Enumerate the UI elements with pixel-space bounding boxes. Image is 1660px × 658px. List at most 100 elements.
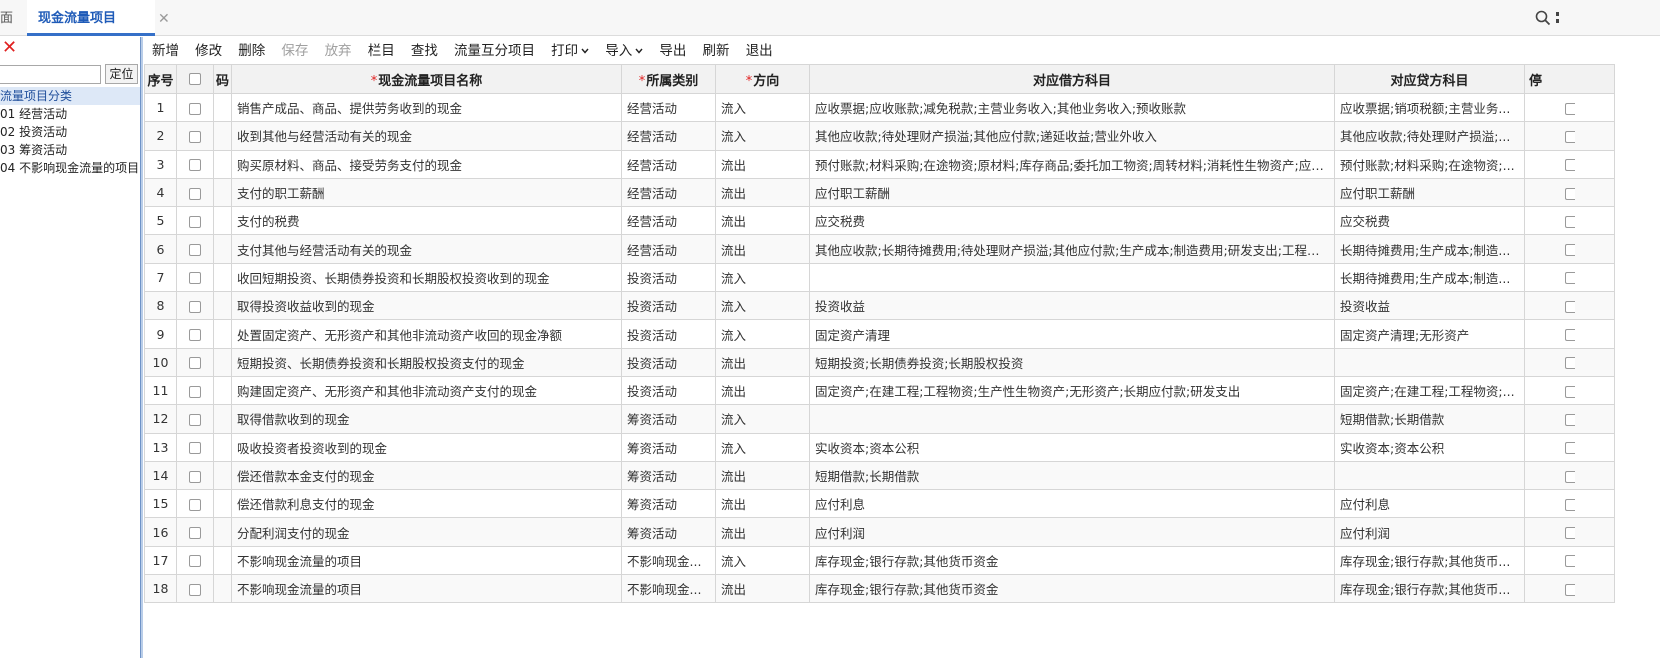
table-row[interactable]: 6 支付其他与经营活动有关的现金 经营活动 流出 其他应收款;长期待摊费用;待处理财产损… — [144, 234, 1615, 264]
cell-select[interactable] — [176, 234, 214, 264]
stop-checkbox[interactable] — [1565, 385, 1575, 398]
stop-checkbox[interactable] — [1565, 329, 1575, 342]
cell-name[interactable]: 处置固定资产、无形资产和其他非流动资产收回的现金净额 — [231, 319, 622, 349]
cell-debit[interactable] — [809, 262, 1335, 293]
row-checkbox[interactable] — [189, 159, 201, 172]
cell-direction[interactable]: 流入 — [715, 262, 810, 293]
refresh-button[interactable]: 刷新 — [703, 40, 730, 62]
cell-select[interactable] — [176, 460, 214, 491]
column-header-stop[interactable]: 停 — [1524, 64, 1615, 94]
add-button[interactable]: 新增 — [152, 40, 179, 62]
row-checkbox[interactable] — [189, 187, 201, 200]
cell-seq[interactable]: 7 — [144, 262, 177, 293]
row-checkbox[interactable] — [189, 442, 201, 455]
cell-category[interactable]: 投资活动 — [621, 262, 716, 293]
cell-stop[interactable] — [1524, 206, 1615, 236]
cell-code[interactable] — [213, 92, 232, 123]
cell-category[interactable]: 经营活动 — [621, 121, 716, 151]
cell-debit[interactable] — [809, 404, 1335, 434]
cell-direction[interactable]: 流出 — [715, 574, 810, 604]
cell-name[interactable]: 购建固定资产、无形资产和其他非流动资产支付的现金 — [231, 375, 622, 406]
cell-credit[interactable]: 实收资本;资本公积 — [1334, 432, 1525, 462]
cell-stop[interactable] — [1524, 291, 1615, 321]
cell-name[interactable]: 支付的税费 — [231, 206, 622, 236]
cell-category[interactable]: 投资活动 — [621, 375, 716, 406]
cell-credit[interactable]: 应付利润 — [1334, 517, 1525, 547]
cell-stop[interactable] — [1524, 375, 1615, 406]
cell-direction[interactable]: 流入 — [715, 291, 810, 321]
stop-checkbox[interactable] — [1565, 102, 1575, 115]
cell-debit[interactable]: 其他应收款;待处理财产损溢;其他应付款;递延收益;营业外收入 — [809, 121, 1335, 151]
row-checkbox[interactable] — [189, 385, 201, 398]
tree-item-financing[interactable]: 03 筹资活动 — [0, 141, 140, 159]
select-all-checkbox[interactable] — [189, 73, 201, 85]
cell-code[interactable] — [213, 375, 232, 406]
cell-debit[interactable]: 库存现金;银行存款;其他货币资金 — [809, 545, 1335, 576]
delete-button[interactable]: 删除 — [238, 40, 265, 62]
cell-stop[interactable] — [1524, 489, 1615, 519]
import-button[interactable]: 导入 — [605, 40, 643, 62]
cell-credit[interactable]: 应收票据;销项税额;主营业务... — [1334, 92, 1525, 123]
cell-direction[interactable]: 流入 — [715, 404, 810, 434]
cell-stop[interactable] — [1524, 545, 1615, 576]
cell-name[interactable]: 偿还借款利息支付的现金 — [231, 489, 622, 519]
cell-debit[interactable]: 应付利息 — [809, 489, 1335, 519]
cell-select[interactable] — [176, 92, 214, 123]
cell-code[interactable] — [213, 489, 232, 519]
cell-stop[interactable] — [1524, 319, 1615, 349]
table-row[interactable]: 7 收回短期投资、长期债券投资和长期股权投资收到的现金 投资活动 流入 长期待摊费用;生… — [144, 262, 1615, 293]
edit-button[interactable]: 修改 — [195, 40, 222, 62]
cell-name[interactable]: 分配利润支付的现金 — [231, 517, 622, 547]
stop-checkbox[interactable] — [1565, 357, 1575, 370]
table-row[interactable]: 16 分配利润支付的现金 筹资活动 流出 应付利润 应付利润 — [144, 517, 1615, 547]
cell-stop[interactable] — [1524, 177, 1615, 208]
stop-checkbox[interactable] — [1565, 413, 1575, 426]
cell-name[interactable]: 短期投资、长期债券投资和长期股权投资支付的现金 — [231, 347, 622, 377]
cell-direction[interactable]: 流出 — [715, 149, 810, 179]
cell-seq[interactable]: 3 — [144, 149, 177, 179]
cell-name[interactable]: 不影响现金流量的项目 — [231, 574, 622, 604]
cell-code[interactable] — [213, 347, 232, 377]
row-checkbox[interactable] — [189, 527, 201, 540]
cell-stop[interactable] — [1524, 149, 1615, 179]
cell-select[interactable] — [176, 574, 214, 604]
stop-checkbox[interactable] — [1565, 272, 1575, 285]
cell-credit[interactable]: 库存现金;银行存款;其他货币... — [1334, 574, 1525, 604]
row-checkbox[interactable] — [189, 329, 201, 342]
cell-debit[interactable]: 其他应收款;长期待摊费用;待处理财产损溢;其他应付款;生产成本;制造费用;研发支… — [809, 234, 1335, 264]
cell-stop[interactable] — [1524, 347, 1615, 377]
cell-select[interactable] — [176, 347, 214, 377]
cell-select[interactable] — [176, 517, 214, 547]
cell-credit[interactable]: 投资收益 — [1334, 291, 1525, 321]
cell-select[interactable] — [176, 121, 214, 151]
cell-select[interactable] — [176, 291, 214, 321]
cell-name[interactable]: 支付其他与经营活动有关的现金 — [231, 234, 622, 264]
cell-seq[interactable]: 17 — [144, 545, 177, 576]
cell-category[interactable]: 经营活动 — [621, 234, 716, 264]
cell-code[interactable] — [213, 177, 232, 208]
tab-home[interactable]: 面 — [0, 0, 24, 36]
cell-seq[interactable]: 12 — [144, 404, 177, 434]
close-icon[interactable]: ✕ — [2, 39, 17, 57]
cell-seq[interactable]: 8 — [144, 291, 177, 321]
cell-stop[interactable] — [1524, 460, 1615, 491]
tree-root[interactable]: 流量项目分类 — [0, 87, 140, 105]
table-row[interactable]: 9 处置固定资产、无形资产和其他非流动资产收回的现金净额 投资活动 流入 固定资产清理固… — [144, 319, 1615, 349]
table-row[interactable]: 8 取得投资收益收到的现金 投资活动 流入 投资收益 投资收益 — [144, 291, 1615, 321]
cell-seq[interactable]: 14 — [144, 460, 177, 491]
cell-direction[interactable]: 流入 — [715, 545, 810, 576]
cell-name[interactable]: 收到其他与经营活动有关的现金 — [231, 121, 622, 151]
cell-debit[interactable]: 应付利润 — [809, 517, 1335, 547]
cell-direction[interactable]: 流出 — [715, 517, 810, 547]
table-row[interactable]: 1 销售产成品、商品、提供劳务收到的现金 经营活动 流入 应收票据;应收账款;减免税款;… — [144, 92, 1615, 123]
cell-debit[interactable]: 投资收益 — [809, 291, 1335, 321]
stop-checkbox[interactable] — [1565, 527, 1575, 540]
cell-category[interactable]: 筹资活动 — [621, 517, 716, 547]
tree-item-non-cash[interactable]: 04 不影响现金流量的项目 — [0, 159, 140, 177]
cell-code[interactable] — [213, 517, 232, 547]
cell-direction[interactable]: 流出 — [715, 206, 810, 236]
cell-name[interactable]: 不影响现金流量的项目 — [231, 545, 622, 576]
cell-credit[interactable]: 应付利息 — [1334, 489, 1525, 519]
cell-credit[interactable] — [1334, 460, 1525, 491]
stop-checkbox[interactable] — [1565, 244, 1575, 257]
